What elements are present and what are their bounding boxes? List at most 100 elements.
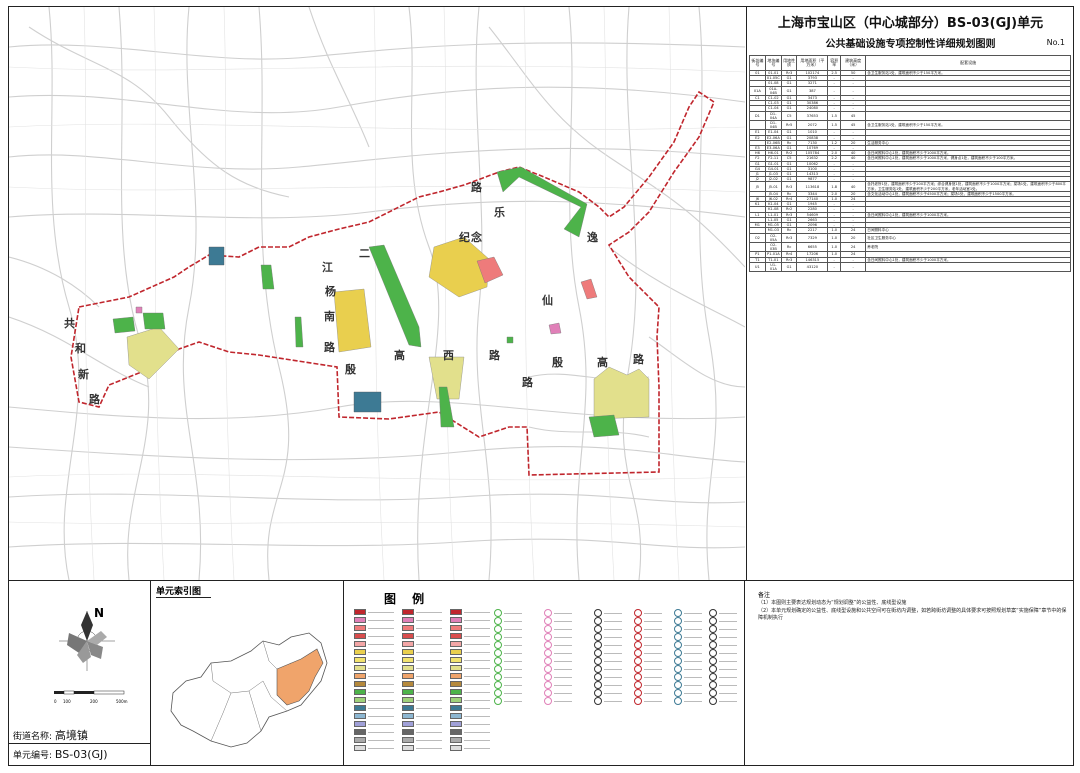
- legend-label-line: [719, 684, 737, 686]
- legend-item: [450, 649, 490, 655]
- legend-item: [354, 609, 394, 615]
- legend-label-line: [504, 612, 522, 614]
- legend-label-line: [684, 612, 702, 614]
- table-cell: 1.5: [827, 110, 842, 122]
- legend-item: [494, 609, 522, 617]
- legend-symbol-icon: [634, 633, 642, 641]
- plan-subtitle: 公共基础设施专项控制性详细规划图则: [825, 39, 996, 50]
- legend-swatch-icon: [354, 641, 366, 647]
- north-label: N: [94, 606, 104, 620]
- street-label-10: 殷: [345, 363, 356, 376]
- legend-item: [450, 697, 490, 703]
- legend-label-line: [368, 643, 394, 645]
- legend-label-line: [719, 660, 737, 662]
- legend-label-line: [368, 627, 394, 629]
- legend-symbol-icon: [594, 609, 602, 617]
- legend-label-line: [554, 668, 572, 670]
- legend-swatch-icon: [402, 745, 414, 751]
- legend-symbol-icon: [674, 641, 682, 649]
- legend-label-line: [644, 628, 662, 630]
- legend-label-line: [416, 635, 442, 637]
- table-cell: J5: [749, 181, 766, 192]
- table-row: J5 J5-01 Rr3 113618 1.8 40 含托老所1处，建筑面积不少于200平方…: [749, 181, 1071, 192]
- legend-label-line: [719, 676, 737, 678]
- legend-swatch-icon: [402, 681, 414, 687]
- legend-symbol-icon: [674, 673, 682, 681]
- legend-label-line: [416, 747, 442, 749]
- table-row: U1 U1-01A G1 43120- -: [749, 261, 1071, 273]
- legend-label-line: [719, 628, 737, 630]
- table-cell: [749, 120, 766, 131]
- legend-symbol-icon: [494, 617, 502, 625]
- street-label-5: 二: [359, 247, 370, 260]
- legend-swatch-icon: [402, 705, 414, 711]
- legend-item: [709, 649, 737, 657]
- legend-item: [354, 681, 394, 687]
- table-cell: [865, 110, 1071, 122]
- legend-item: [402, 705, 442, 711]
- legend-swatch-icon: [354, 649, 366, 655]
- legend-item: [354, 633, 394, 639]
- legend-item: [450, 665, 490, 671]
- legend-label-line: [644, 660, 662, 662]
- legend-swatch-icon: [450, 697, 462, 703]
- legend-label-line: [719, 636, 737, 638]
- table-cell: E2-06A: [764, 134, 782, 141]
- legend-label-line: [604, 660, 622, 662]
- table-row: 01A 01A-04B G1 387- -: [749, 85, 1071, 97]
- legend-symbol-icon: [494, 697, 502, 705]
- legend-symbol-icon: [594, 689, 602, 697]
- table-cell: 1.0: [827, 241, 842, 253]
- legend-symbol-icon: [594, 649, 602, 657]
- legend-label-line: [719, 620, 737, 622]
- table-cell: O2: [749, 232, 766, 243]
- legend-item: [544, 681, 572, 689]
- table-cell: 1.5: [827, 120, 842, 131]
- legend-label-line: [416, 611, 442, 613]
- legend-item: [354, 745, 394, 751]
- legend-symbol-icon: [709, 673, 717, 681]
- legend-item: [494, 617, 522, 625]
- legend-swatch-icon: [450, 649, 462, 655]
- legend-label-line: [368, 747, 394, 749]
- legend-symbol-icon: [594, 657, 602, 665]
- legend-symbol-icon: [709, 689, 717, 697]
- legend-label-line: [604, 684, 622, 686]
- scale-label-3: 500m: [116, 699, 128, 704]
- plot-green-5: [588, 414, 620, 438]
- legend-symbol-icon: [709, 649, 717, 657]
- legend-item: [594, 649, 622, 657]
- legend-item: [450, 713, 490, 719]
- plot-control-table: 街坊编号 地块编号 用地性质 用地面积（平方米） 容积率 建筑高度（米） 配套设施 01 01…: [749, 55, 1071, 273]
- legend-symbol-icon: [594, 617, 602, 625]
- legend-swatch-icon: [450, 713, 462, 719]
- table-cell: Rr5: [780, 120, 798, 131]
- table-header-cell: 容积率: [827, 55, 842, 71]
- table-cell: O2-05A: [764, 232, 782, 243]
- legend-symbol-icon: [674, 657, 682, 665]
- street-label-14: 仙: [542, 294, 553, 307]
- legend-label-line: [464, 611, 490, 613]
- planning-map[interactable]: [9, 7, 745, 580]
- table-cell: -: [827, 85, 842, 97]
- plot-lightyellow-2: [593, 366, 650, 420]
- legend-item: [402, 649, 442, 655]
- legend-label-line: [504, 636, 522, 638]
- legend-symbol-icon: [634, 649, 642, 657]
- legend-label-line: [464, 691, 490, 693]
- legend-symbol-icon: [674, 689, 682, 697]
- notes-panel: 备注 （1）本图则主要表达规划动态为“规划调整”的公益性、底线型设施 （2）本单…: [745, 581, 1073, 766]
- map-area[interactable]: 路乐纪念二江杨南路殷高西路仙路殷高路共和新路逸: [9, 7, 745, 580]
- legend-swatch-icon: [450, 673, 462, 679]
- legend-swatch-icon: [450, 681, 462, 687]
- legend-label-line: [416, 667, 442, 669]
- legend-swatch-icon: [354, 737, 366, 743]
- table-cell: Rr3: [780, 181, 798, 192]
- legend-label-line: [684, 652, 702, 654]
- table-cell: G1: [780, 261, 798, 273]
- scale-label-1: 100: [63, 699, 71, 704]
- legend-item: [674, 657, 702, 665]
- legend-item: [402, 697, 442, 703]
- street-label-6: 江: [322, 261, 333, 274]
- table-cell: 含托老所1处，建筑面积不少于200平方米；综合健身馆1处，建筑面积不少于1000…: [865, 181, 1071, 192]
